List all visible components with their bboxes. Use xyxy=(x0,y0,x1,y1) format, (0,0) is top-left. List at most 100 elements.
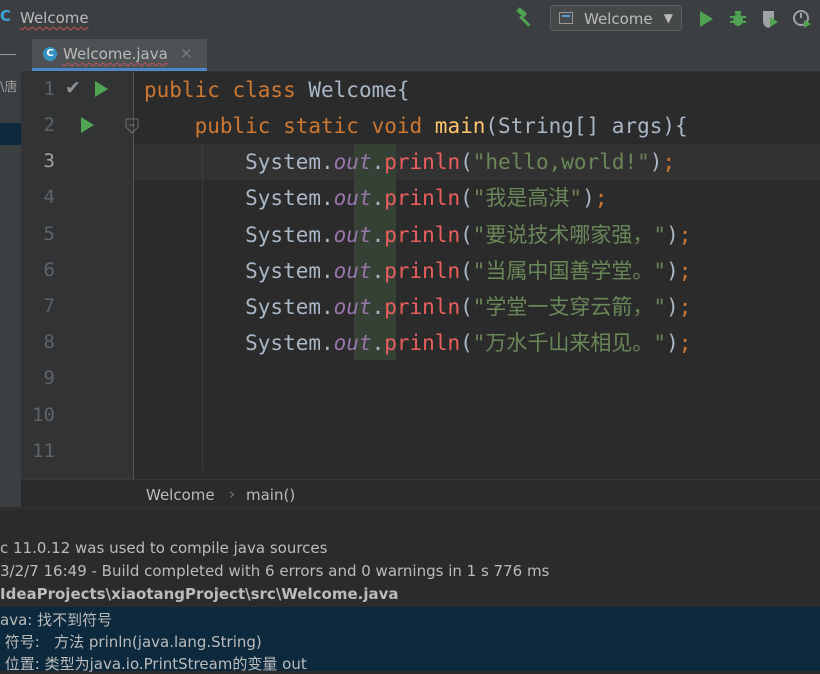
code-token: "万水千山来相见。" xyxy=(472,331,667,355)
code-token: . xyxy=(371,186,385,210)
code-token: ( xyxy=(460,150,473,174)
code-token: System. xyxy=(144,223,334,247)
code-token: ; xyxy=(678,295,692,319)
output-error-line: 位置: 类型为java.io.PrintStream的变量 out xyxy=(0,655,307,673)
line-number: 7 xyxy=(43,295,55,317)
code-line: public static void main(String[] args){ xyxy=(144,108,688,144)
code-token: ) xyxy=(649,150,663,174)
tab-welcome-java[interactable]: C Welcome.java × xyxy=(32,39,207,71)
code-line: System.out.prinln("万水千山来相见。"); xyxy=(144,325,691,361)
output-error-line: ava: 找不到符号 xyxy=(0,611,113,629)
code-editor[interactable]: 1 2 3 4 5 6 7 8 9 10 11 ✔ public class W… xyxy=(21,72,820,479)
project-panel-edge: \唐 xyxy=(0,37,21,507)
divider xyxy=(0,54,16,55)
code-token: ; xyxy=(678,259,692,283)
breadcrumb-separator: › xyxy=(229,485,235,503)
code-token: ; xyxy=(678,223,692,247)
code-line: System.out.prinln("要说技术哪家强，"); xyxy=(144,217,691,253)
line-number: 8 xyxy=(43,331,55,353)
hammer-icon[interactable] xyxy=(514,7,536,29)
code-token: prinln xyxy=(384,331,461,355)
code-token: System. xyxy=(144,295,334,319)
fold-icon[interactable] xyxy=(125,118,139,134)
chevron-down-icon: ▼ xyxy=(663,11,673,25)
code-token: ) xyxy=(666,295,679,319)
project-icon: C xyxy=(0,7,12,25)
code-token: System. xyxy=(144,331,334,355)
code-token: (String[] args){ xyxy=(485,114,688,138)
code-token: ( xyxy=(460,259,473,283)
application-icon xyxy=(559,12,573,24)
code-token: prinln xyxy=(384,186,461,210)
code-token: out xyxy=(333,150,372,174)
line-number: 10 xyxy=(32,404,55,426)
code-token: ; xyxy=(662,150,676,174)
output-file-path[interactable]: IdeaProjects\xiaotangProject\src\Welcome… xyxy=(0,585,398,603)
code-token: out xyxy=(333,223,372,247)
code-token: public class xyxy=(144,78,309,102)
code-token: Welcome{ xyxy=(308,78,410,102)
code-line: System.out.prinln("当属中国善学堂。"); xyxy=(144,253,691,289)
code-token: . xyxy=(371,331,385,355)
line-number: 1 xyxy=(43,78,55,100)
code-token: ( xyxy=(460,223,473,247)
project-name[interactable]: Welcome xyxy=(20,9,89,27)
output-line: c 11.0.12 was used to compile java sourc… xyxy=(0,539,328,557)
code-token: . xyxy=(371,295,385,319)
run-gutter-icon[interactable] xyxy=(95,81,108,97)
run-gutter-icon[interactable] xyxy=(81,117,94,133)
code-token: out xyxy=(333,259,372,283)
code-token: System. xyxy=(144,259,334,283)
breadcrumb-class[interactable]: Welcome xyxy=(146,486,215,504)
code-token: . xyxy=(371,259,385,283)
code-token: main xyxy=(434,114,486,138)
run-configuration-select[interactable]: Welcome ▼ xyxy=(550,5,682,31)
main-toolbar: C Welcome Welcome ▼ xyxy=(0,0,820,38)
code-token: prinln xyxy=(384,223,461,247)
line-number: 4 xyxy=(43,186,55,208)
code-line: System.out.prinln("hello,world!"); xyxy=(144,144,675,180)
line-number: 6 xyxy=(43,259,55,281)
code-token: ) xyxy=(666,331,679,355)
code-token: out xyxy=(333,331,372,355)
code-token: "学堂一支穿云箭，" xyxy=(472,295,667,319)
code-token: prinln xyxy=(384,295,461,319)
code-token: public static void xyxy=(144,114,435,138)
code-token: ; xyxy=(678,331,692,355)
code-token: out xyxy=(333,295,372,319)
code-token: System. xyxy=(144,150,334,174)
selected-tree-item[interactable] xyxy=(0,123,21,145)
project-tree-fragment: \唐 xyxy=(0,80,18,95)
code-token: "当属中国善学堂。" xyxy=(472,259,667,283)
run-icon[interactable] xyxy=(697,9,717,29)
code-token: prinln xyxy=(384,259,461,283)
code-token: ; xyxy=(594,186,608,210)
line-number: 11 xyxy=(32,440,55,462)
code-token: ) xyxy=(666,259,679,283)
code-line: System.out.prinln("我是高淇"); xyxy=(144,180,607,216)
line-number: 2 xyxy=(43,114,55,136)
close-icon[interactable]: × xyxy=(180,44,193,62)
editor-tabs: C Welcome.java × xyxy=(21,37,820,72)
coverage-icon[interactable] xyxy=(760,9,780,29)
code-line: public class Welcome{ xyxy=(144,72,410,108)
breadcrumb-method[interactable]: main() xyxy=(246,486,295,504)
code-token: "hello,world!" xyxy=(472,150,650,174)
code-token: ( xyxy=(460,295,473,319)
profile-icon[interactable] xyxy=(792,9,812,29)
debug-icon[interactable] xyxy=(728,9,748,29)
code-token: "要说技术哪家强，" xyxy=(472,223,667,247)
code-token: System. xyxy=(144,186,334,210)
code-token: prinln xyxy=(384,150,461,174)
line-number: 5 xyxy=(43,223,55,245)
code-token: out xyxy=(333,186,372,210)
code-token: ( xyxy=(460,186,473,210)
code-token: . xyxy=(371,150,385,174)
line-number: 9 xyxy=(43,367,55,389)
code-token: ( xyxy=(460,331,473,355)
line-number: 3 xyxy=(43,150,55,172)
code-token: ) xyxy=(582,186,595,210)
tab-label: Welcome.java xyxy=(63,45,168,63)
build-output-panel: c 11.0.12 was used to compile java sourc… xyxy=(0,508,820,673)
run-configuration-label: Welcome xyxy=(584,10,653,28)
